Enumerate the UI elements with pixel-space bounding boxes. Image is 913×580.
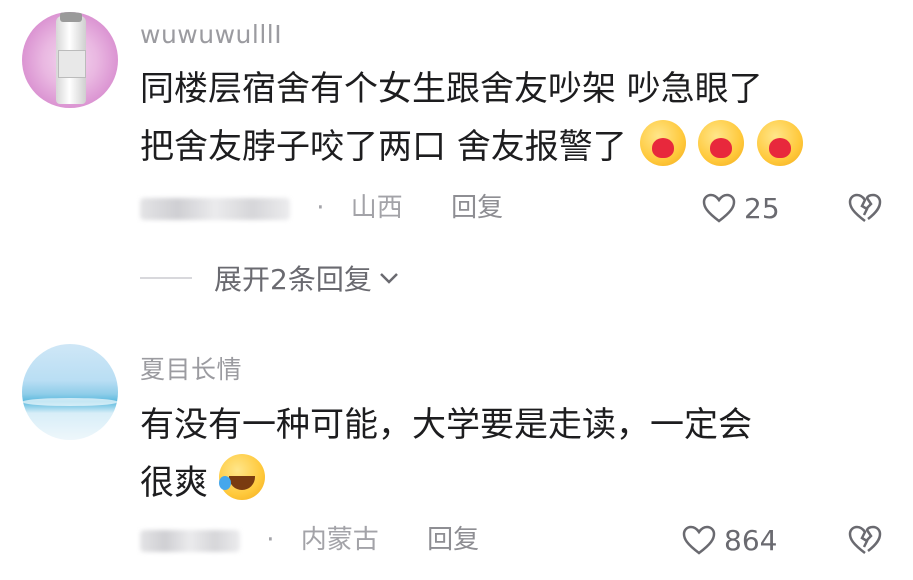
bottle-label-icon bbox=[58, 50, 86, 78]
heart-face-emoji-icon bbox=[639, 119, 686, 166]
broken-heart-icon bbox=[848, 525, 882, 554]
timestamp-blurred bbox=[140, 529, 240, 552]
dislike-button[interactable] bbox=[848, 525, 882, 559]
like-count: 25 bbox=[744, 191, 780, 225]
comment-text-line: 很爽 bbox=[140, 463, 208, 503]
emoji-group bbox=[638, 119, 804, 178]
broken-heart-icon bbox=[848, 193, 882, 222]
comment-text-line: 同楼层宿舍有个女生跟舍友吵架 吵急眼了 bbox=[140, 69, 763, 109]
like-button[interactable]: 25 bbox=[702, 188, 780, 228]
bottle-cap-icon bbox=[60, 12, 82, 22]
avatar[interactable] bbox=[22, 344, 118, 440]
comment-text-line-2: 把舍友脖子咬了两口 舍友报警了 bbox=[140, 118, 880, 178]
heart-icon bbox=[682, 525, 716, 555]
laughing-tears-emoji-icon bbox=[218, 454, 265, 500]
comment-text-line: 有没有一种可能，大学要是走读，一定会 bbox=[140, 405, 752, 445]
comment-meta: · 内蒙古 回复 bbox=[140, 520, 479, 560]
divider-line bbox=[140, 277, 192, 279]
expand-replies-label: 展开2条回复 bbox=[214, 263, 372, 296]
dislike-button[interactable] bbox=[848, 193, 882, 227]
wave-icon bbox=[22, 398, 118, 406]
expand-replies-button[interactable]: 展开2条回复 bbox=[140, 258, 400, 298]
reply-button[interactable]: 回复 bbox=[451, 193, 503, 223]
heart-face-emoji-icon bbox=[757, 119, 804, 166]
separator-dot: · bbox=[266, 525, 275, 555]
heart-icon bbox=[702, 193, 736, 223]
reply-button[interactable]: 回复 bbox=[427, 525, 479, 555]
comment-text: 同楼层宿舍有个女生跟舍友吵架 吵急眼了 把舍友脖子咬了两口 舍友报警了 bbox=[140, 60, 880, 178]
chevron-down-icon bbox=[379, 273, 398, 284]
avatar[interactable] bbox=[22, 12, 118, 108]
separator-dot: · bbox=[316, 193, 325, 223]
username[interactable]: wuwuwulllI bbox=[140, 20, 282, 49]
comment-text-line-2: 很爽 bbox=[140, 454, 880, 512]
location: 内蒙古 bbox=[300, 525, 379, 555]
comment-text-line: 把舍友脖子咬了两口 舍友报警了 bbox=[140, 127, 627, 167]
heart-face-emoji-icon bbox=[698, 119, 745, 166]
location: 山西 bbox=[350, 193, 403, 223]
comment-meta: · 山西 回复 bbox=[140, 188, 503, 228]
timestamp-blurred bbox=[140, 197, 290, 220]
like-count: 864 bbox=[724, 523, 778, 557]
comment-text: 有没有一种可能，大学要是走读，一定会 很爽 bbox=[140, 396, 880, 512]
like-button[interactable]: 864 bbox=[682, 520, 777, 560]
username[interactable]: 夏目长情 bbox=[140, 350, 242, 386]
